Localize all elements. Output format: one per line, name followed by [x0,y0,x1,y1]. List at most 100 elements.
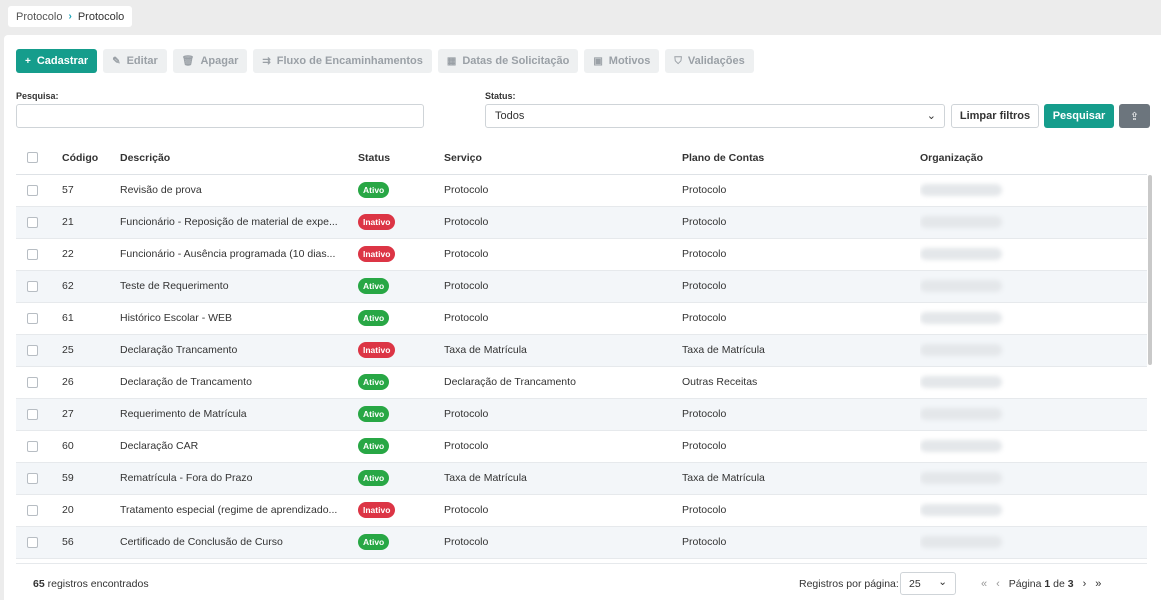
cell-account-plan: Protocolo [682,238,920,271]
header-organization[interactable]: Organização [920,142,1147,175]
redacted-organization [920,504,1002,517]
scrollbar[interactable] [1148,175,1152,365]
row-checkbox[interactable] [27,440,38,452]
row-select-cell [16,430,62,463]
cell-code: 62 [62,270,120,303]
row-checkbox[interactable] [27,536,38,548]
clear-filters-button[interactable]: Limpar filtros [951,104,1039,128]
cell-status: Ativo [358,398,444,431]
row-checkbox[interactable] [27,504,38,516]
cell-status: Ativo [358,430,444,463]
dates-button[interactable]: ▦ Datas de Solicitação [437,49,579,73]
row-checkbox[interactable] [27,280,38,292]
row-checkbox[interactable] [27,184,38,196]
delete-button[interactable]: 🗑 Apagar [172,49,248,73]
row-checkbox[interactable] [27,312,38,324]
row-checkbox[interactable] [27,376,38,388]
cell-account-plan: Outras Receitas [682,366,920,399]
table-row[interactable]: 25 Declaração Trancamento Inativo Taxa de M… [16,334,1147,367]
header-description[interactable]: Descrição [120,142,358,175]
table-row[interactable]: 21 Funcionário - Reposição de material de… [16,206,1147,239]
table-row[interactable]: 56 Certificado de Conclusão de Curso Ativo… [16,526,1147,559]
row-checkbox[interactable] [27,472,38,484]
flow-button[interactable]: ⇉ Fluxo de Encaminhamentos [253,49,432,73]
per-page-select[interactable]: 25 ⌄ [900,572,956,595]
row-checkbox[interactable] [27,344,38,356]
reasons-button[interactable]: ▣ Motivos [584,49,660,73]
row-select-cell [16,270,62,303]
row-checkbox[interactable] [27,216,38,228]
redacted-organization [920,536,1002,549]
cell-service: Protocolo [444,494,682,527]
cell-code: 57 [62,174,120,207]
status-badge: Ativo [358,310,390,326]
status-badge: Ativo [358,438,390,454]
pencil-icon: ✎ [112,55,121,67]
select-all-cell [16,142,62,175]
cell-account-plan: Protocolo [682,398,920,431]
row-select-cell [16,494,62,527]
table-row[interactable]: 57 Revisão de prova Ativo Protocolo Protocol… [16,174,1147,207]
header-account-plan[interactable]: Plano de Contas [682,142,920,175]
row-checkbox[interactable] [27,248,38,260]
table-row[interactable]: 61 Histórico Escolar - WEB Ativo Protocolo P… [16,302,1147,335]
cell-service: Protocolo [444,526,682,559]
redacted-organization [920,312,1002,325]
plus-icon: + [25,55,31,67]
status-select[interactable]: Todos ⌄ [485,104,945,128]
header-status[interactable]: Status [358,142,444,175]
status-label: Status: [485,91,516,101]
table-row[interactable]: 60 Declaração CAR Ativo Protocolo Protocolo [16,430,1147,463]
cell-service: Taxa de Matrícula [444,462,682,495]
cell-organization [920,238,1147,271]
validations-button[interactable]: ⛉ Validações [665,49,754,73]
cell-status: Inativo [358,238,444,271]
table-row[interactable]: 26 Declaração de Trancamento Ativo Declaraç… [16,366,1147,399]
first-page-icon[interactable]: « [981,578,987,590]
row-checkbox[interactable] [27,408,38,420]
redacted-organization [920,248,1002,261]
status-badge: Ativo [358,182,390,198]
status-badge: Inativo [358,342,396,358]
next-page-icon[interactable]: › [1083,578,1087,590]
search-input[interactable] [16,104,424,128]
cell-service: Protocolo [444,398,682,431]
search-label: Pesquisa: [16,91,59,101]
cell-description: Rematrícula - Fora do Prazo [120,462,358,495]
search-button[interactable]: Pesquisar [1044,104,1114,128]
record-count-number: 65 [33,578,45,590]
table-row[interactable]: 22 Funcionário - Ausência programada (10 … [16,238,1147,271]
divider [16,563,1147,564]
cell-account-plan: Protocolo [682,206,920,239]
chevron-down-icon: ⌄ [938,576,947,588]
cell-code: 21 [62,206,120,239]
select-all-checkbox[interactable] [27,152,38,164]
cell-code: 59 [62,462,120,495]
cell-description: Declaração CAR [120,430,358,463]
breadcrumb-root[interactable]: Protocolo [16,11,62,23]
redacted-organization [920,376,1002,389]
row-select-cell [16,174,62,207]
add-button[interactable]: + Cadastrar [16,49,98,73]
edit-button[interactable]: ✎ Editar [103,49,167,73]
table-row[interactable]: 62 Teste de Requerimento Ativo Protocolo Pro… [16,270,1147,303]
header-service[interactable]: Serviço [444,142,682,175]
cell-organization [920,206,1147,239]
prev-page-icon[interactable]: ‹ [996,578,1000,590]
shield-check-icon: ⛉ [674,55,682,67]
cell-description: Declaração de Trancamento [120,366,358,399]
last-page-icon[interactable]: » [1095,578,1101,590]
table-row[interactable]: 20 Tratamento especial (regime de aprendi… [16,494,1147,527]
cell-account-plan: Protocolo [682,494,920,527]
header-code[interactable]: Código [62,142,120,175]
cell-status: Ativo [358,366,444,399]
cell-service: Protocolo [444,206,682,239]
cell-code: 60 [62,430,120,463]
export-icon: ⇪ [1129,110,1140,123]
table-row[interactable]: 59 Rematrícula - Fora do Prazo Ativo Taxa d… [16,462,1147,495]
cell-description: Funcionário - Ausência programada (10 di… [120,238,358,271]
export-button[interactable]: ⇪ [1119,104,1150,128]
table-row[interactable]: 27 Requerimento de Matrícula Ativo Protocol… [16,398,1147,431]
status-badge: Inativo [358,502,396,518]
cell-status: Inativo [358,334,444,367]
